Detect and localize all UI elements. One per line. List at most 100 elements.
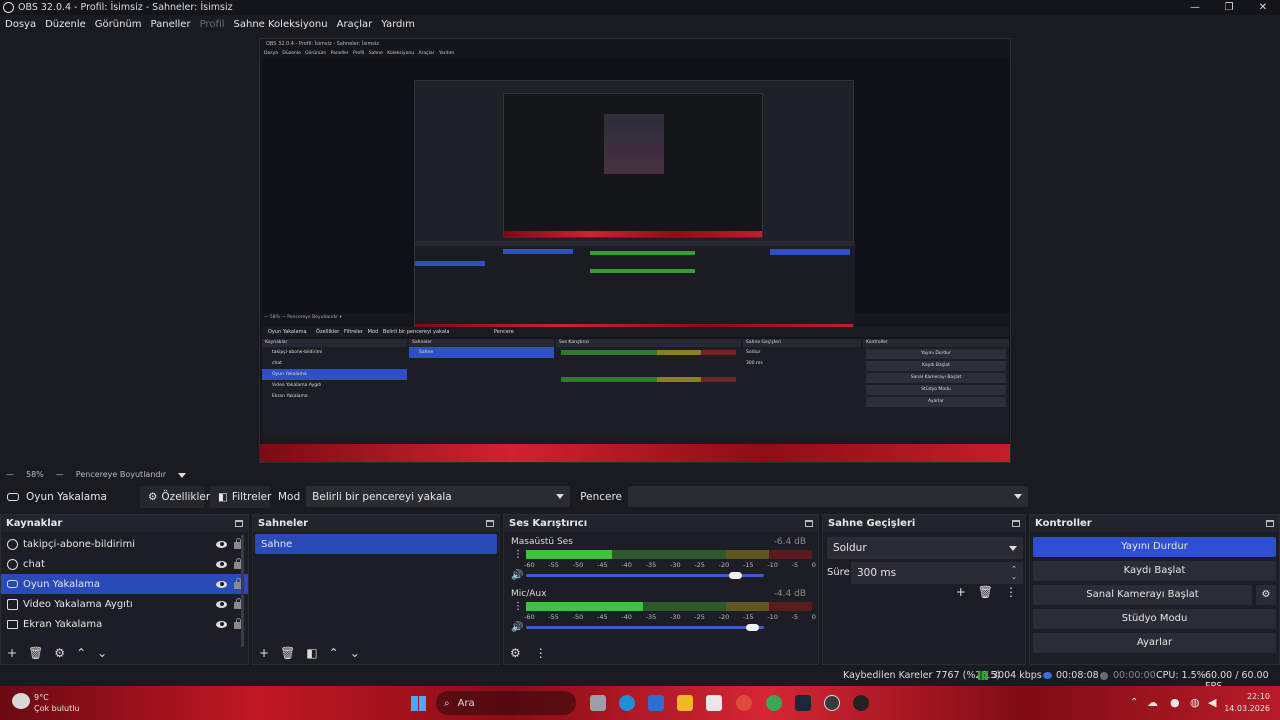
minimize-button[interactable]: — (1178, 0, 1212, 15)
edge-icon[interactable] (619, 695, 635, 711)
camera-icon (7, 598, 18, 610)
remove-scene-icon[interactable]: 🗑 (280, 646, 295, 660)
zoom-level[interactable]: 58% (26, 470, 44, 479)
mode-select[interactable]: Belirli bir pencereyi yakala (306, 486, 571, 507)
properties-label: Özellikler (161, 490, 211, 503)
add-source-icon[interactable]: + (7, 646, 17, 660)
transition-menu-icon[interactable]: ⋮ (1005, 585, 1017, 599)
stop-streaming-button[interactable]: Yayını Durdur (1033, 537, 1276, 557)
store-icon[interactable] (706, 695, 722, 711)
menu-file[interactable]: Dosya (5, 19, 36, 30)
menu-profile[interactable]: Profil (200, 19, 225, 30)
undock-icon[interactable] (1012, 520, 1020, 527)
visibility-eye-icon[interactable] (216, 540, 227, 548)
stream-status-icon (1043, 672, 1052, 679)
nested-zoom: — 58% — Pencereye Boyutlandır ▾ (264, 315, 342, 320)
undock-icon[interactable] (486, 520, 494, 527)
properties-button[interactable]: ⚙ Özellikler (140, 485, 210, 508)
zoom-out-button[interactable]: — (6, 470, 14, 479)
speaker-icon[interactable]: 🔊 (511, 570, 523, 581)
undock-icon[interactable] (235, 520, 243, 527)
undock-icon[interactable] (1266, 520, 1274, 527)
source-item[interactable]: chat (1, 554, 248, 574)
windows-start-icon[interactable] (411, 696, 426, 711)
menu-help[interactable]: Yardım (381, 19, 415, 30)
tray-app-icon[interactable]: ☁ (1147, 696, 1158, 709)
virtual-camera-settings-button[interactable]: ⚙ (1256, 585, 1276, 605)
add-transition-icon[interactable]: + (956, 585, 966, 599)
volume-slider[interactable] (526, 574, 764, 577)
mixer-settings-icon[interactable]: ⚙ (510, 646, 521, 660)
microphone-icon[interactable]: ● (1170, 696, 1180, 709)
maximize-button[interactable]: ❐ (1212, 0, 1246, 15)
source-properties-gear-icon[interactable]: ⚙ (54, 646, 65, 660)
remove-source-icon[interactable]: 🗑 (28, 646, 43, 660)
studio-mode-button[interactable]: Stüdyo Modu (1033, 609, 1276, 629)
channel-menu-icon[interactable]: ⋮ (513, 549, 523, 560)
speaker-icon[interactable]: 🔊 (511, 622, 523, 633)
task-view-icon[interactable] (590, 695, 606, 711)
channel-db: -6.4 dB (773, 537, 806, 547)
clock-time[interactable]: 22:10 (1228, 692, 1270, 701)
spin-arrows-icon[interactable]: ⌃ ⌄ (1011, 565, 1017, 581)
taskbar-search[interactable]: ⌕ Ara (436, 691, 576, 715)
volume-slider[interactable] (526, 626, 764, 629)
scene-item-selected[interactable]: Sahne (255, 534, 497, 554)
context-source-name: Oyun Yakalama (26, 490, 107, 503)
source-item-selected[interactable]: Oyun Yakalama (1, 574, 248, 594)
volume-slider-handle[interactable] (729, 572, 743, 579)
visibility-eye-icon[interactable] (216, 620, 227, 628)
mixer-channel: Mic/Aux -4.4 dB ⋮ -60 -55 -50 -45 -40 -35 -30 -25-… (504, 589, 818, 639)
steam-icon[interactable] (795, 695, 811, 711)
move-up-icon[interactable]: ⌃ (329, 646, 339, 660)
nested-docks-2 (415, 241, 855, 326)
source-item[interactable]: takipçi-abone-bildirimi (1, 534, 248, 554)
window-select[interactable] (628, 486, 1029, 507)
network-icon[interactable]: ◍ (1190, 696, 1200, 709)
volume-slider-handle[interactable] (746, 624, 760, 631)
visibility-eye-icon[interactable] (216, 560, 227, 568)
meter-scale-tick: -10 (767, 561, 778, 569)
menu-scene-collection[interactable]: Sahne Koleksiyonu (234, 19, 328, 30)
menu-tools[interactable]: Araçlar (337, 19, 373, 30)
chrome-icon[interactable] (736, 695, 752, 711)
menu-edit[interactable]: Düzenle (45, 19, 86, 30)
volume-icon[interactable]: ◀ (1208, 696, 1216, 709)
duration-spinbox[interactable]: 300 ms ⌃ ⌄ (851, 562, 1023, 584)
sources-scrollbar[interactable] (241, 535, 244, 647)
source-item[interactable]: Ekran Yakalama (1, 614, 248, 634)
clock-date[interactable]: 14.03.2026 (1218, 704, 1270, 713)
undock-icon[interactable] (805, 520, 813, 527)
transition-type-select[interactable]: Soldur (827, 537, 1023, 559)
filters-button[interactable]: ◧ Filtreler (210, 485, 271, 508)
zoom-mode-caret-icon[interactable] (177, 472, 186, 478)
visibility-eye-icon[interactable] (216, 600, 227, 608)
move-up-icon[interactable]: ⌃ (76, 646, 86, 660)
weather-temp[interactable]: 9°C (34, 693, 49, 702)
chrome-profile-icon[interactable] (766, 695, 782, 711)
weather-desc[interactable]: Çok bulutlu (34, 704, 80, 713)
move-down-icon[interactable]: ⌄ (350, 646, 360, 660)
file-explorer-icon[interactable] (677, 695, 693, 711)
menu-docks[interactable]: Paneller (151, 19, 191, 30)
mixer-menu-icon[interactable]: ⋮ (535, 646, 547, 660)
menu-view[interactable]: Görünüm (95, 19, 142, 30)
remove-transition-icon[interactable]: 🗑 (978, 585, 993, 599)
visibility-eye-icon[interactable] (216, 580, 227, 588)
zoom-mode[interactable]: Pencereye Boyutlandır (76, 470, 166, 479)
close-button[interactable]: ✕ (1246, 0, 1280, 15)
zoom-in-button[interactable]: — (56, 470, 64, 479)
channel-menu-icon[interactable]: ⋮ (513, 601, 523, 612)
media-player-icon[interactable] (853, 695, 869, 711)
source-item[interactable]: Video Yakalama Aygıtı (1, 594, 248, 614)
controls-dock: Kontroller Yayını Durdur Kaydı Başlat Sa… (1029, 514, 1280, 665)
tray-chevron-icon[interactable]: ⌃ (1130, 697, 1138, 708)
outlook-icon[interactable] (648, 695, 664, 711)
settings-button[interactable]: Ayarlar (1033, 633, 1276, 653)
move-down-icon[interactable]: ⌄ (97, 646, 107, 660)
start-recording-button[interactable]: Kaydı Başlat (1033, 561, 1276, 581)
obs-taskbar-icon[interactable] (824, 695, 840, 711)
start-virtual-camera-button[interactable]: Sanal Kamerayı Başlat (1033, 585, 1252, 605)
scene-filters-icon[interactable]: ◧ (306, 646, 317, 660)
add-scene-icon[interactable]: + (259, 646, 269, 660)
